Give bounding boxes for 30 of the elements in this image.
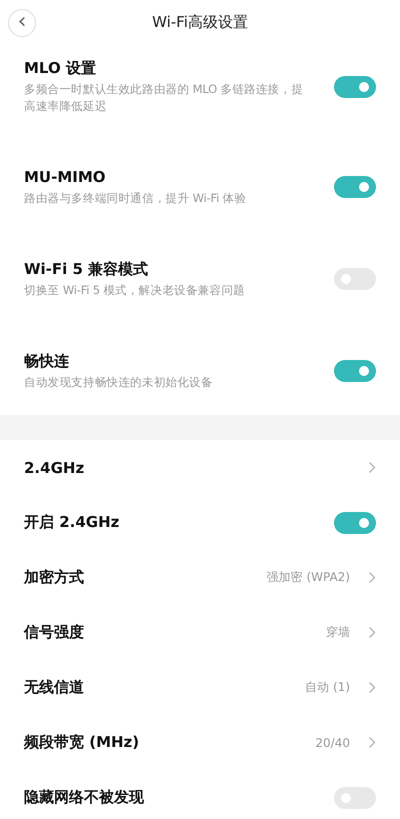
back-button[interactable]: ‹ <box>8 9 36 37</box>
setting-title: 畅快连 <box>24 351 70 371</box>
setting-description: 路由器与多终端同时通信，提升 Wi-Fi 体验 <box>24 190 248 207</box>
setting-label: 2.4GHz <box>24 458 84 476</box>
setting-title: MU-MIMO <box>24 167 107 187</box>
setting-value: 20/40 <box>315 736 350 750</box>
toggle-switch[interactable] <box>334 512 376 534</box>
setting-value: 穿墙 <box>326 624 350 641</box>
setting-label: 信号强度 <box>24 623 84 642</box>
chevron-right-icon[interactable] <box>368 626 376 639</box>
setting-label: 开启 2.4GHz <box>24 513 120 532</box>
setting-label: 加密方式 <box>24 568 84 587</box>
setting-description: 切换至 Wi-Fi 5 模式，解决老设备兼容问题 <box>24 282 246 299</box>
toggle-switch[interactable] <box>334 360 376 382</box>
page-title: Wi-Fi高级设置 <box>152 12 248 32</box>
toggle-switch[interactable] <box>334 176 376 198</box>
setting-title: MLO 设置 <box>24 58 97 78</box>
setting-label: 频段带宽 (MHz) <box>24 733 140 752</box>
chevron-right-icon[interactable] <box>368 461 376 474</box>
setting-description: 自动发现支持畅快连的未初始化设备 <box>24 374 214 391</box>
setting-value: 强加密 (WPA2) <box>266 569 350 586</box>
setting-label: 无线信道 <box>24 678 84 697</box>
setting-label: 隐藏网络不被发现 <box>24 788 144 807</box>
chevron-right-icon[interactable] <box>368 571 376 584</box>
toggle-switch[interactable] <box>334 76 376 98</box>
chevron-right-icon[interactable] <box>368 681 376 694</box>
setting-value: 自动 (1) <box>305 679 350 696</box>
setting-description: 多频合一时默认生效此路由器的 MLO 多链路连接，提高速率降低延迟 <box>24 81 304 115</box>
chevron-right-icon[interactable] <box>368 736 376 749</box>
setting-title: Wi-Fi 5 兼容模式 <box>24 259 150 279</box>
